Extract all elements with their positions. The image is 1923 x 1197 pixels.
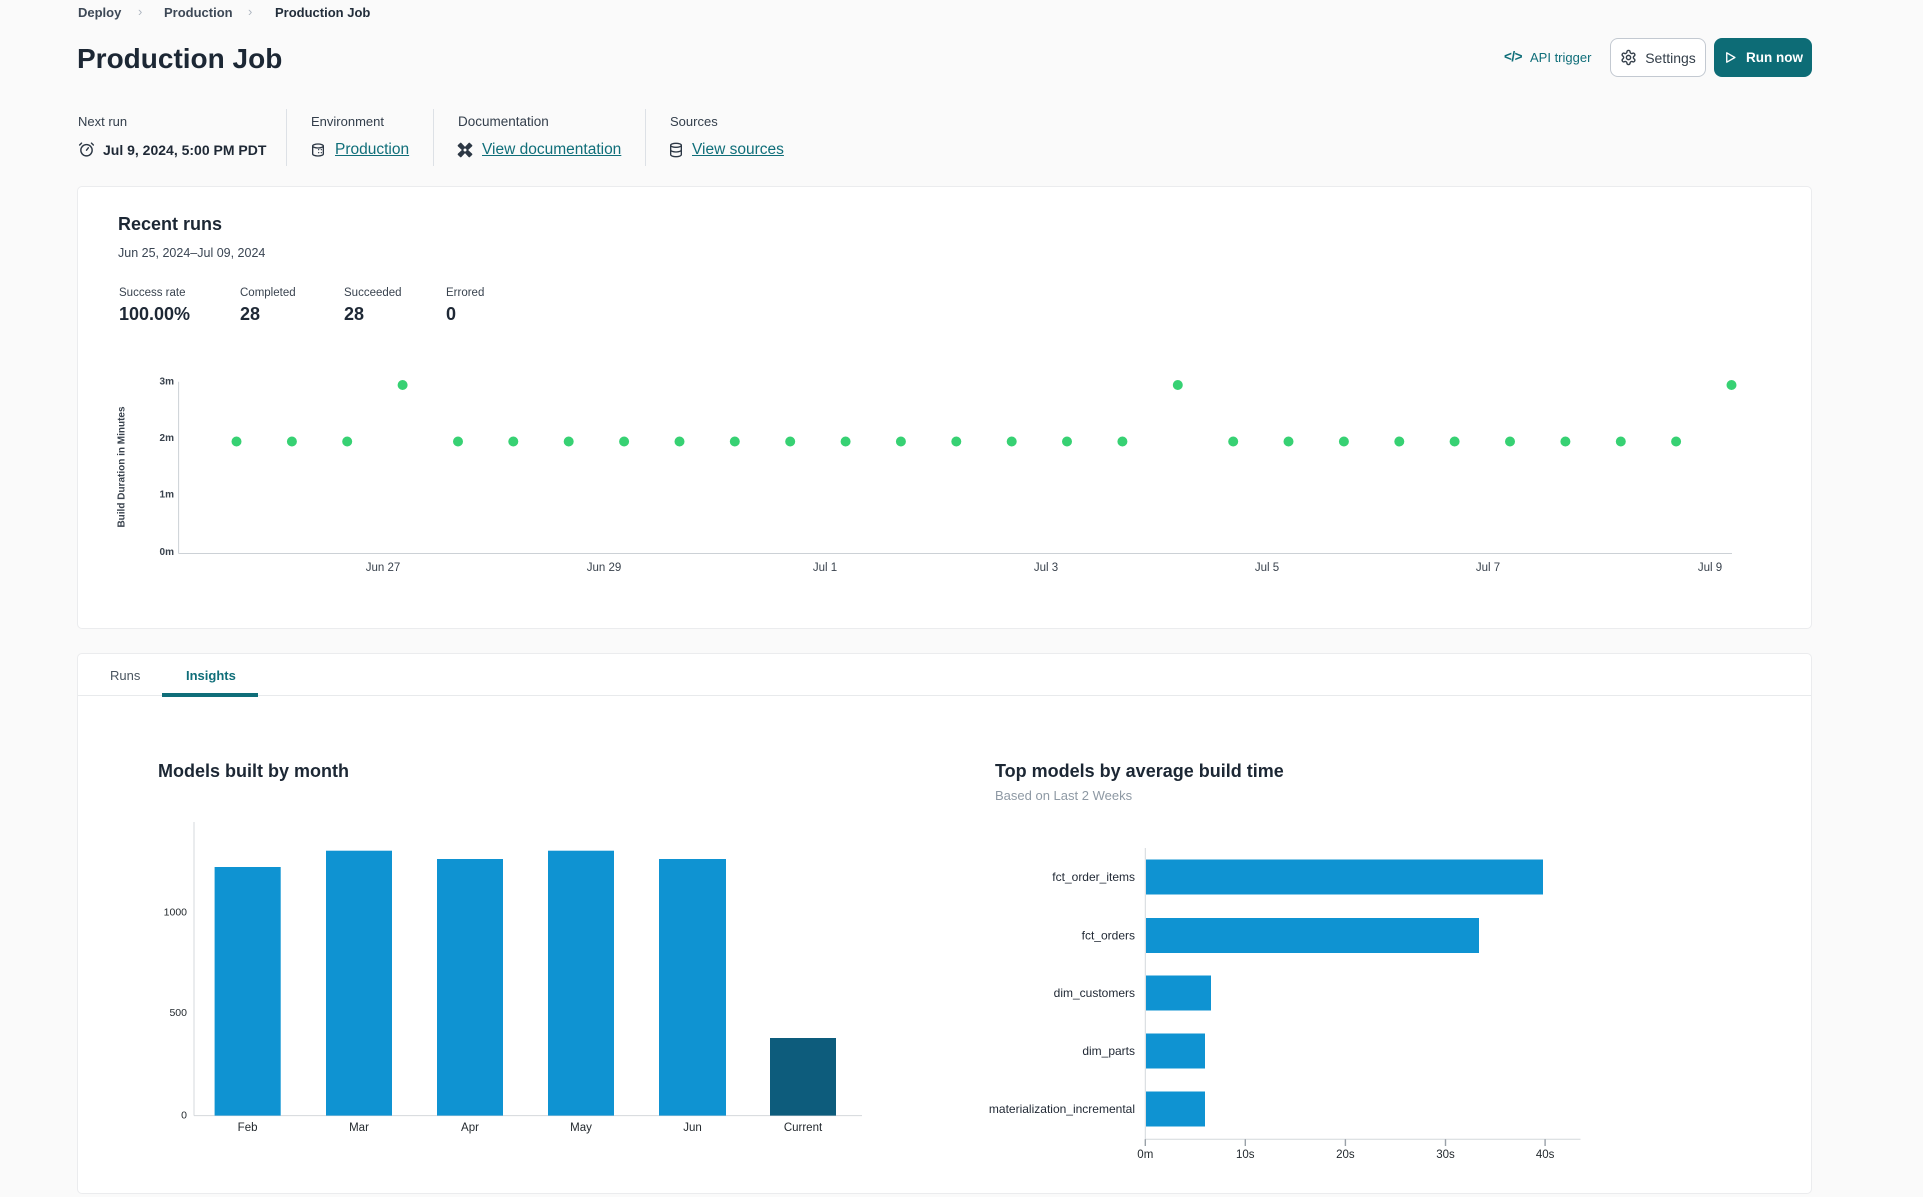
svg-text:Jul 7: Jul 7 [1476, 562, 1500, 574]
svg-text:0m: 0m [1137, 1149, 1153, 1161]
svg-text:20s: 20s [1336, 1149, 1355, 1161]
svg-text:Jun: Jun [683, 1122, 702, 1134]
svg-text:Jul 9: Jul 9 [1698, 562, 1722, 574]
svg-text:0: 0 [181, 1110, 187, 1122]
svg-text:fct_order_items: fct_order_items [1052, 870, 1135, 884]
svg-text:1m: 1m [160, 490, 175, 501]
svg-text:Jun 29: Jun 29 [587, 562, 622, 574]
svg-text:0m: 0m [160, 547, 175, 558]
svg-text:3m: 3m [160, 376, 175, 387]
svg-text:Mar: Mar [349, 1122, 369, 1134]
svg-text:dim_parts: dim_parts [1082, 1044, 1135, 1058]
svg-text:fct_orders: fct_orders [1082, 929, 1135, 943]
svg-text:dim_customers: dim_customers [1054, 986, 1135, 1000]
svg-text:40s: 40s [1536, 1149, 1555, 1161]
svg-text:Feb: Feb [238, 1122, 258, 1134]
svg-text:2m: 2m [160, 433, 175, 444]
svg-text:materialization_incremental: materialization_incremental [989, 1102, 1135, 1116]
svg-text:30s: 30s [1436, 1149, 1455, 1161]
svg-text:Jul 3: Jul 3 [1034, 562, 1058, 574]
svg-text:Jul 5: Jul 5 [1255, 562, 1279, 574]
svg-text:10s: 10s [1236, 1149, 1255, 1161]
svg-text:Build Duration in Minutes: Build Duration in Minutes [117, 406, 128, 528]
svg-text:Current: Current [784, 1122, 823, 1134]
svg-text:Jul 1: Jul 1 [813, 562, 837, 574]
svg-text:May: May [570, 1122, 592, 1134]
svg-text:Apr: Apr [461, 1122, 479, 1134]
svg-text:500: 500 [169, 1007, 187, 1019]
svg-text:1000: 1000 [164, 906, 188, 918]
svg-text:Jun 27: Jun 27 [366, 562, 401, 574]
